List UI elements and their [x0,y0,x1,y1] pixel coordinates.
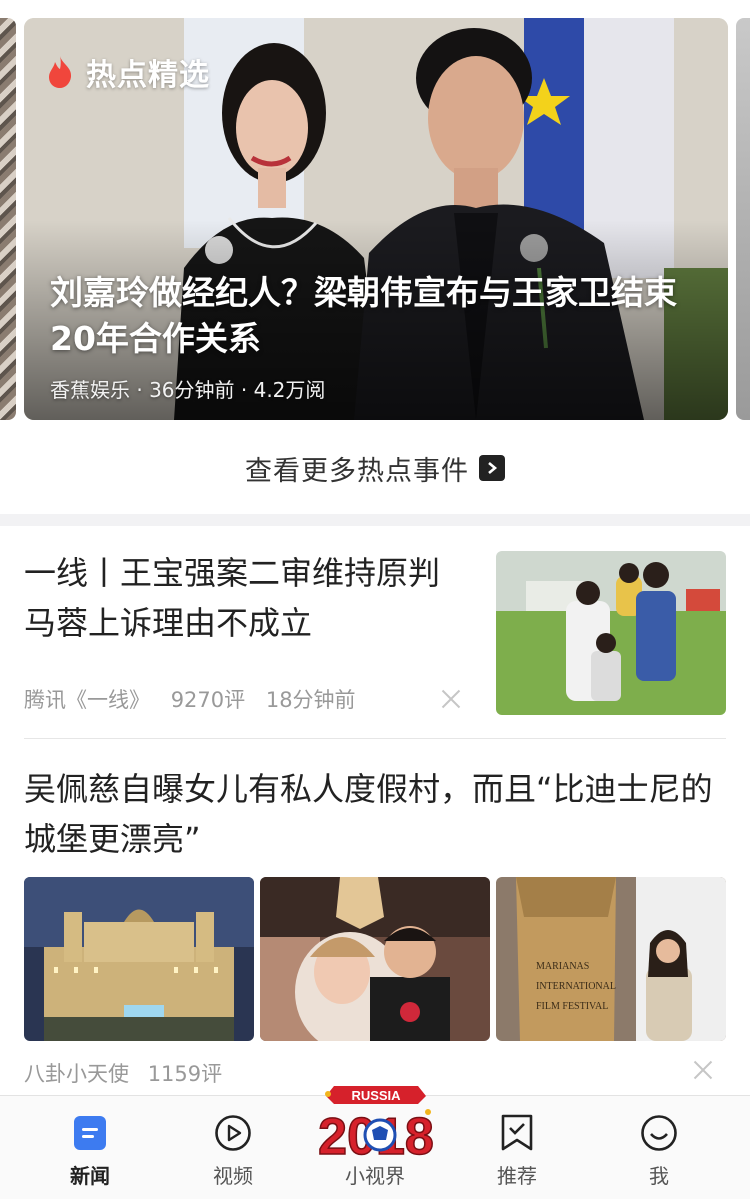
tab-mini-world-label: 小视界 [345,1164,405,1188]
news-comments: 1159评 [147,1062,223,1086]
tab-me[interactable]: 我 [589,1096,729,1199]
hot-tag-label: 热点精选 [86,58,210,93]
news-time: 18分钟前 [265,688,356,712]
tab-video[interactable]: 视频 [163,1096,303,1199]
tab-video-label: 视频 [213,1164,253,1188]
russia-2018-logo[interactable]: RUSSIA 2018 [306,1082,446,1164]
news-image[interactable] [24,877,254,1041]
news-meta: 八卦小天使 1159评 [24,1058,234,1088]
news-item[interactable]: 一线丨王宝强案二审维持原判 马蓉上诉理由不成立 腾讯《一线》 9270评 18分… [0,526,750,738]
news-source: 八卦小天使 [24,1062,129,1086]
section-divider [0,514,750,526]
bookmark-check-icon [498,1114,536,1152]
item-divider [24,738,726,739]
news-image[interactable]: MARIANAS INTERNATIONAL FILM FESTIVAL [496,877,726,1041]
tab-recommend-label: 推荐 [497,1164,537,1188]
svg-text:MARIANAS: MARIANAS [536,961,589,972]
tab-me-label: 我 [649,1164,669,1188]
news-thumbnail[interactable] [496,551,726,715]
hot-carousel[interactable]: 热点精选 刘嘉玲做经纪人？梁朝伟宣布与王家卫结束20年合作关系 香蕉娱乐 · 3… [0,0,750,430]
news-doc-icon [71,1114,109,1152]
news-image[interactable] [260,877,490,1041]
news-meta: 腾讯《一线》 9270评 18分钟前 [24,684,370,714]
play-circle-icon [214,1114,252,1152]
carousel-prev-card[interactable] [0,18,16,420]
dismiss-icon[interactable] [441,689,461,709]
hot-tag: 热点精选 [46,50,210,94]
tab-news[interactable]: 新闻 [20,1096,160,1199]
carousel-next-card[interactable] [736,18,750,420]
news-title[interactable]: 吴佩慈自曝女儿有私人度假村，而且“比迪士尼的城堡更漂亮” [24,764,724,864]
tab-recommend[interactable]: 推荐 [447,1096,587,1199]
flame-icon [49,56,72,88]
news-source: 腾讯《一线》 [24,688,150,712]
news-comments: 9270评 [170,688,246,712]
svg-text:FILM FESTIVAL: FILM FESTIVAL [536,1001,608,1012]
svg-text:INTERNATIONAL: INTERNATIONAL [536,981,616,992]
more-hot-events-link[interactable]: 查看更多热点事件 [0,440,750,496]
bottom-tab-bar: 新闻 视频 小视界 推荐 我 RUSSIA [0,1086,750,1199]
tab-news-label: 新闻 [70,1164,110,1188]
chevron-right-icon [479,455,505,481]
news-item[interactable]: 吴佩慈自曝女儿有私人度假村，而且“比迪士尼的城堡更漂亮” MARIANAS IN… [0,740,750,1095]
hero-title[interactable]: 刘嘉玲做经纪人？梁朝伟宣布与王家卫结束20年合作关系 [50,270,704,362]
more-hot-events-label: 查看更多热点事件 [245,455,469,487]
hero-card[interactable]: 热点精选 刘嘉玲做经纪人？梁朝伟宣布与王家卫结束20年合作关系 香蕉娱乐 · 3… [24,18,728,420]
dismiss-icon[interactable] [693,1060,713,1080]
smiley-icon [640,1114,678,1152]
news-title[interactable]: 一线丨王宝强案二审维持原判 马蓉上诉理由不成立 [24,548,474,648]
hero-meta: 香蕉娱乐 · 36分钟前 · 4.2万阅 [50,378,326,402]
logo-russia-text: RUSSIA [351,1088,401,1103]
